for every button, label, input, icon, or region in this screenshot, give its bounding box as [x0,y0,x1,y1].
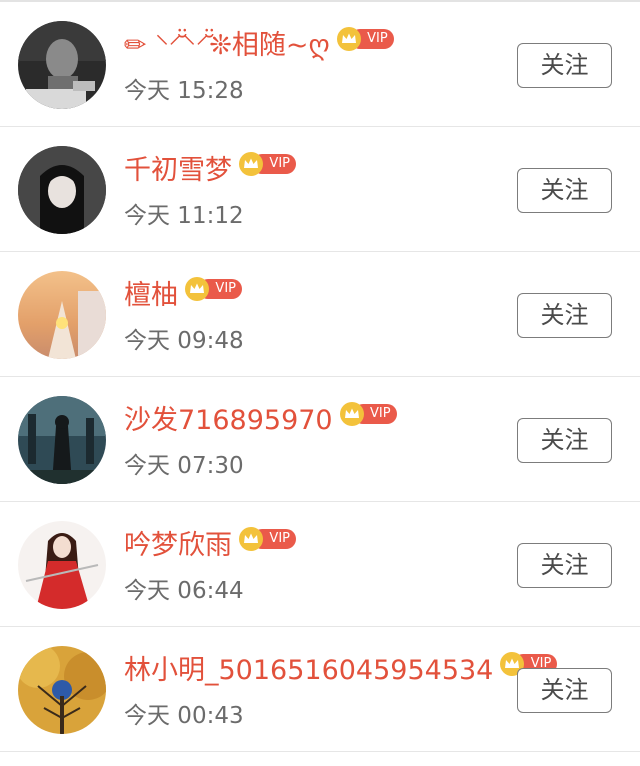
user-name[interactable]: 沙发716895970 [124,401,333,441]
follow-button[interactable]: 关注 [517,543,612,588]
user-name[interactable]: ✏ ⸌⸍̆̈⸌⸍̆̈❊相随~ღ [124,26,330,66]
crown-icon [336,27,361,51]
user-name[interactable]: 吟梦欣雨 [124,526,232,566]
follow-button[interactable]: 关注 [517,293,612,338]
vip-badge: VIP [184,276,244,302]
name-line: ✏ ⸌⸍̆̈⸌⸍̆̈❊相随~ღ VIP [124,26,396,66]
list-item[interactable]: 千初雪梦 VIP 今天 11:12 关注 [0,127,640,252]
list-item[interactable]: 檀柚 VIP 今天 09:48 关注 [0,252,640,377]
follow-button[interactable]: 关注 [517,43,612,88]
avatar[interactable] [18,21,106,109]
follow-time: 今天 09:48 [124,328,244,354]
user-name[interactable]: 千初雪梦 [124,151,232,191]
crown-icon [185,277,209,301]
user-name[interactable]: 檀柚 [124,276,178,316]
list-item[interactable]: 吟梦欣雨 VIP 今天 06:44 关注 [0,502,640,627]
follow-time: 今天 06:44 [124,578,244,604]
avatar[interactable] [18,646,106,734]
follower-list: ✏ ⸌⸍̆̈⸌⸍̆̈❊相随~ღ VIP 今天 15:28 关注 千初雪梦 VIP 今… [0,2,640,752]
follow-button[interactable]: 关注 [517,168,612,213]
vip-badge: VIP [238,526,298,552]
avatar[interactable] [18,271,106,359]
follow-time: 今天 11:12 [124,203,244,229]
vip-badge: VIP [238,151,298,177]
list-item[interactable]: ✏ ⸌⸍̆̈⸌⸍̆̈❊相随~ღ VIP 今天 15:28 关注 [0,2,640,127]
list-item[interactable]: 沙发716895970 VIP 今天 07:30 关注 [0,377,640,502]
name-line: 檀柚 VIP [124,276,244,316]
avatar[interactable] [18,146,106,234]
name-line: 千初雪梦 VIP [124,151,298,191]
name-line: 吟梦欣雨 VIP [124,526,298,566]
list-item[interactable]: 林小明_5016516045954534 VIP 今天 00:43 关注 [0,627,640,752]
follow-time: 今天 15:28 [124,78,244,104]
follow-time: 今天 00:43 [124,703,244,729]
vip-badge: VIP [336,26,396,52]
crown-icon [239,527,263,551]
name-line: 林小明_5016516045954534 VIP [124,651,559,691]
follow-time: 今天 07:30 [124,453,244,479]
user-name[interactable]: 林小明_5016516045954534 [124,651,493,691]
follow-button[interactable]: 关注 [517,418,612,463]
vip-badge: VIP [339,401,399,427]
crown-icon [339,402,364,426]
avatar[interactable] [18,396,106,484]
name-line: 沙发716895970 VIP [124,401,399,441]
avatar[interactable] [18,521,106,609]
crown-icon [239,152,263,176]
follow-button[interactable]: 关注 [517,668,612,713]
